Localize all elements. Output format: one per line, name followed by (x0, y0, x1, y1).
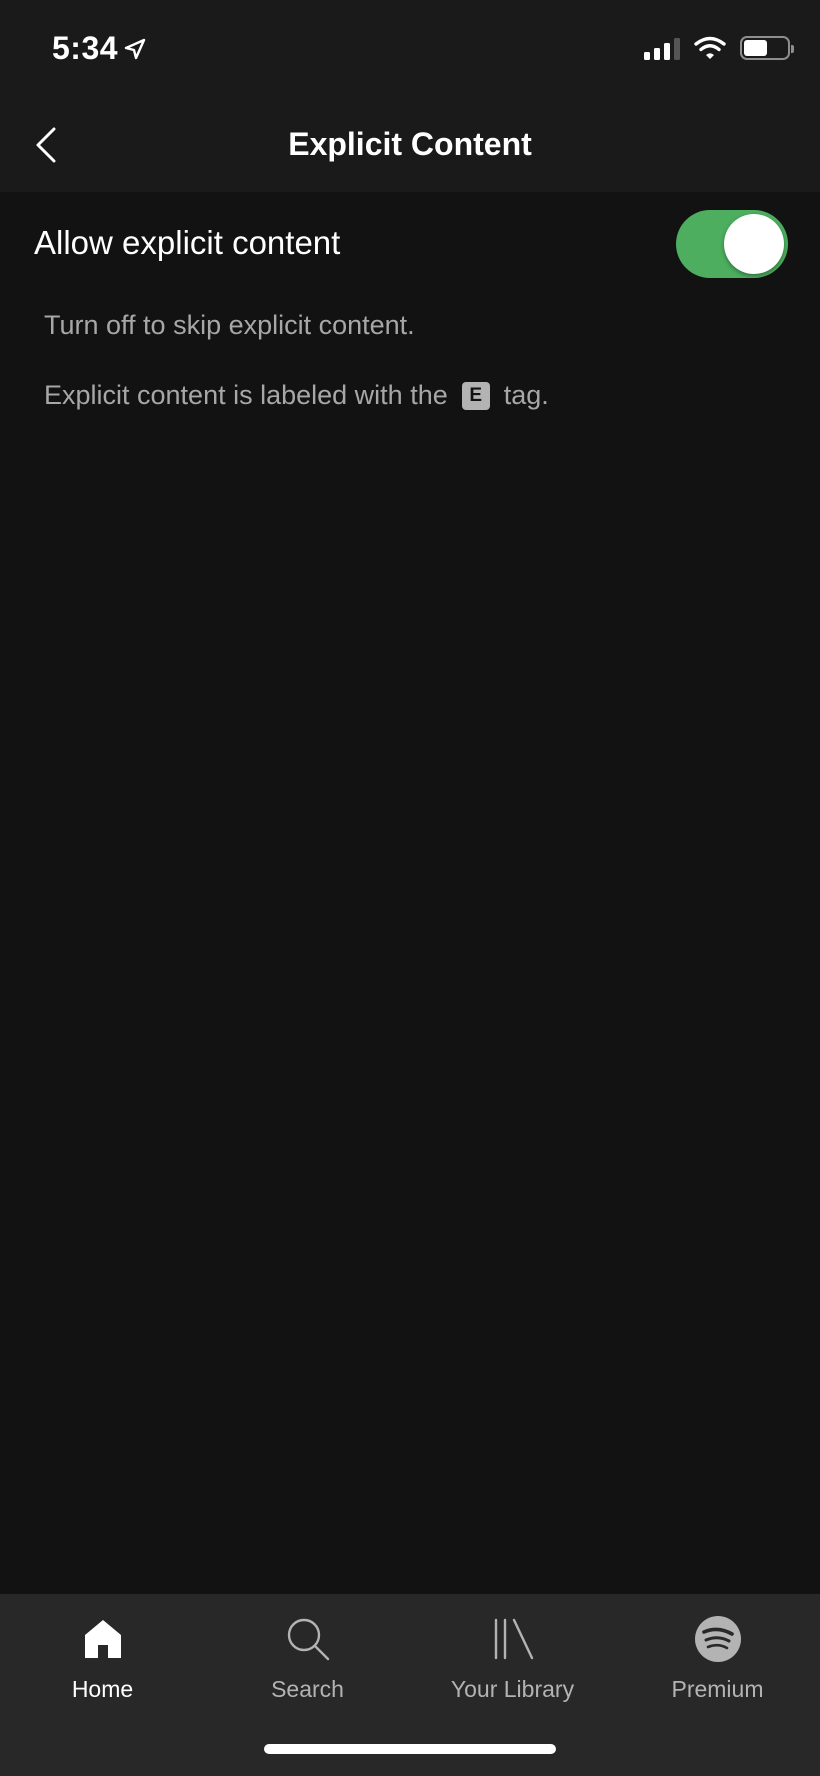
app-screen: 5:34 Explicit Content Allow explicit con… (0, 0, 820, 1776)
toggle-knob (724, 214, 784, 274)
help-text-tag-after: tag. (503, 380, 549, 410)
help-text-skip: Turn off to skip explicit content. (44, 310, 415, 340)
allow-explicit-label: Allow explicit content (34, 224, 341, 261)
cellular-signal-icon (644, 36, 680, 60)
allow-explicit-row: Allow explicit content (0, 192, 820, 296)
tab-premium-label: Premium (671, 1676, 764, 1702)
spotify-logo-icon (694, 1612, 742, 1666)
tab-home-label: Home (71, 1676, 134, 1702)
location-arrow-icon (124, 38, 146, 59)
help-text-tag: Explicit content is labeled with the E t… (44, 380, 549, 411)
home-indicator[interactable] (264, 1744, 556, 1754)
status-bar: 5:34 (0, 0, 820, 100)
page-title: Explicit Content (288, 126, 532, 162)
tab-search-label: Search (271, 1676, 344, 1702)
tab-search[interactable]: Search (205, 1594, 410, 1724)
wifi-icon (694, 36, 726, 59)
allow-explicit-toggle[interactable] (676, 210, 788, 278)
tab-library-label: Your Library (450, 1676, 575, 1702)
status-time: 5:34 (52, 30, 119, 66)
explicit-tag-badge: E (461, 381, 490, 410)
status-time-group: 5:34 (52, 30, 146, 67)
status-icons (644, 36, 794, 60)
home-icon (81, 1612, 125, 1666)
search-icon (285, 1612, 331, 1666)
library-icon (490, 1612, 536, 1666)
tab-your-library[interactable]: Your Library (410, 1594, 615, 1724)
tab-home[interactable]: Home (0, 1594, 205, 1724)
battery-icon (740, 36, 794, 60)
nav-header: Explicit Content (0, 100, 820, 192)
tab-premium[interactable]: Premium (615, 1594, 820, 1724)
help-text-tag-before: Explicit content is labeled with the (44, 380, 448, 410)
